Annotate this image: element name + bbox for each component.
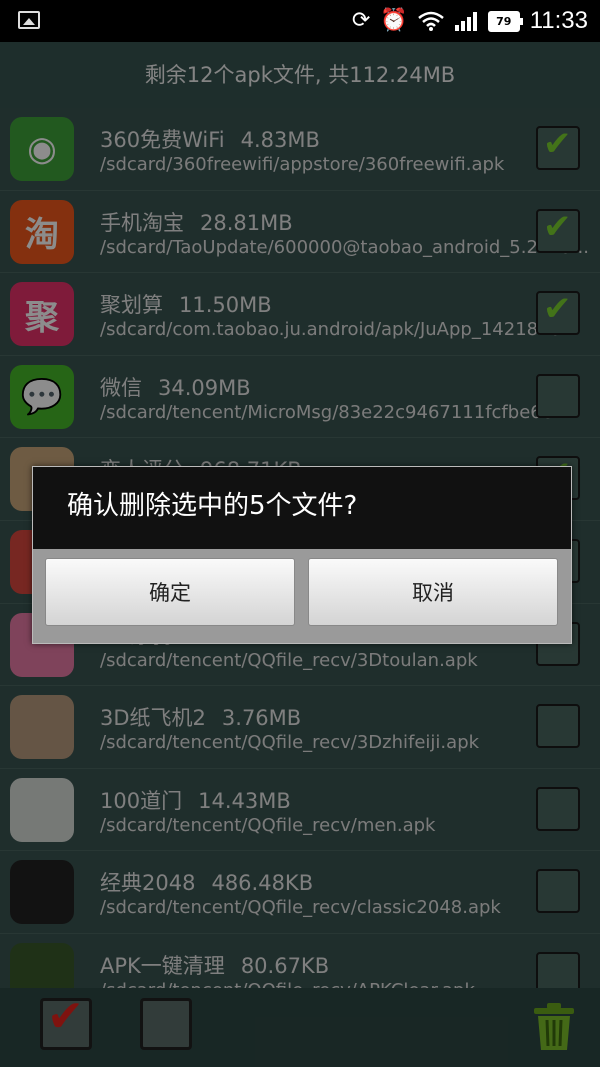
confirm-delete-dialog: 确认删除选中的5个文件? 确定 取消 [32, 466, 572, 644]
status-bar: ⟳ ⏰ 79 11:33 [0, 0, 600, 42]
cell-signal-icon [454, 12, 477, 31]
confirm-button[interactable]: 确定 [45, 558, 295, 626]
clock: 11:33 [529, 7, 588, 34]
cancel-button[interactable]: 取消 [308, 558, 558, 626]
sync-icon: ⟳ [351, 8, 371, 33]
alarm-icon: ⏰ [380, 8, 408, 33]
status-icons: ⟳ ⏰ 79 11:33 [352, 6, 588, 36]
battery-icon: 79 [487, 10, 523, 32]
dialog-message: 确认删除选中的5个文件? [33, 467, 571, 549]
wifi-signal-icon [417, 11, 444, 31]
gallery-notification-icon [18, 11, 40, 29]
